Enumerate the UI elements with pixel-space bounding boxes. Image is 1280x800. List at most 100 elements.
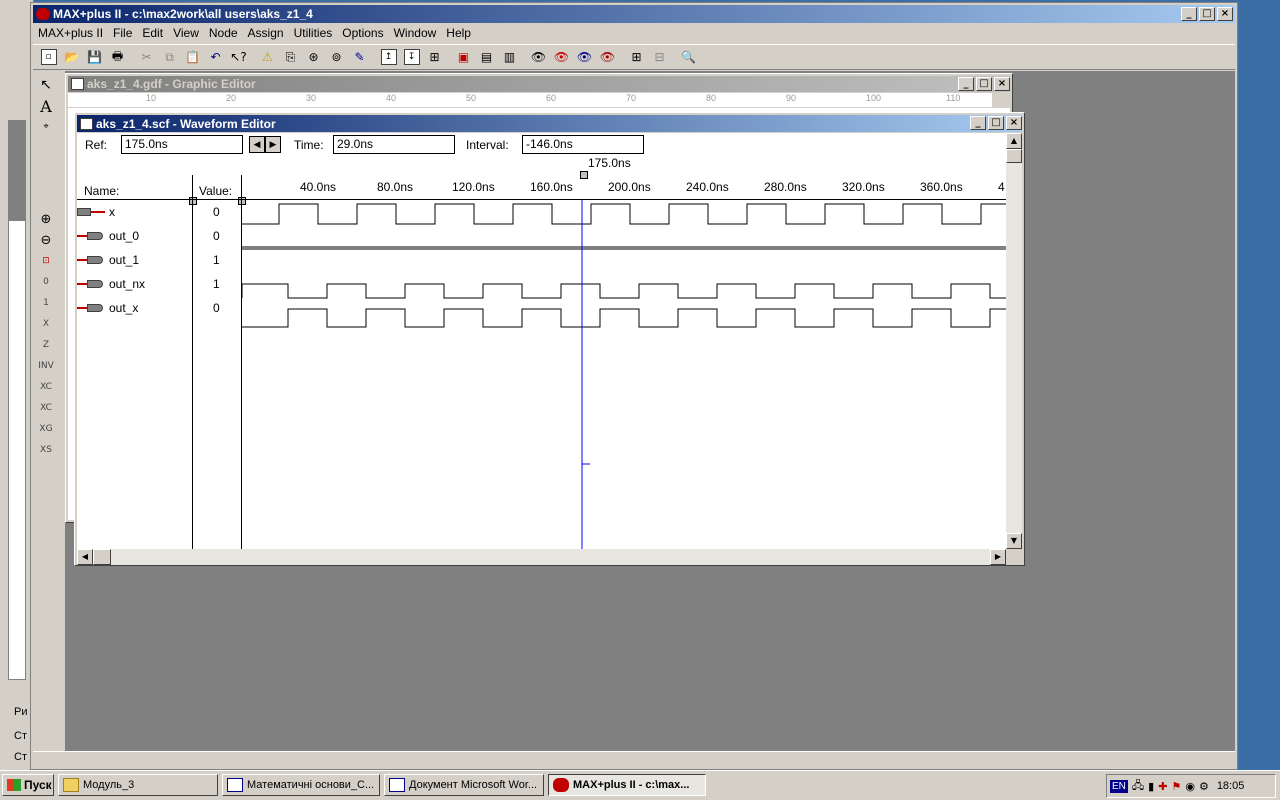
invert-icon[interactable]: INV [35,356,57,376]
menu-assign[interactable]: Assign [243,24,289,42]
context-help-icon[interactable]: ↖? [227,46,250,68]
print-icon[interactable]: 🖶 [106,46,129,68]
waveform-close-button[interactable]: × [1006,116,1022,130]
save-simulate-icon[interactable]: ✎ [348,46,371,68]
graphic-close-button[interactable]: × [994,77,1010,91]
overwrite-group-icon[interactable]: XG [35,419,57,439]
overwrite-clock-icon[interactable]: XC [35,398,57,418]
waveform-vertical-scrollbar[interactable]: ▲ ▼ [1006,133,1022,549]
ref-field[interactable]: 175.0ns [121,135,243,154]
open-folder-icon[interactable]: 📂 [60,46,83,68]
taskbar-item-word-2[interactable]: Документ Microsoft Wor... [384,774,544,796]
prev-transition-button[interactable]: ◀ [249,136,265,153]
paste-icon[interactable]: 📋 [181,46,204,68]
clock[interactable]: 18:05 [1217,780,1245,792]
waveform-horizontal-scrollbar[interactable]: ◀ ▶ [77,549,1006,565]
menu-node[interactable]: Node [204,24,243,42]
pointer-tool-icon[interactable]: ↖ [35,75,57,95]
menu-edit[interactable]: Edit [137,24,168,42]
new-file-icon[interactable]: ▫ [37,46,60,68]
tile-windows-icon[interactable]: ⊞ [625,46,648,68]
cascade-windows-icon[interactable]: ⊟ [648,46,671,68]
hierarchy-up-icon[interactable]: ↥ [377,46,400,68]
simulator-icon[interactable]: ▤ [475,46,498,68]
maximize-button[interactable]: □ [1199,7,1215,21]
timing-analyzer-icon[interactable]: ▥ [498,46,521,68]
menu-maxplus[interactable]: MAX+plus II [33,24,108,42]
scroll-thumb[interactable] [1006,149,1022,163]
scroll-down-arrow-icon[interactable]: ▼ [1006,533,1022,549]
set-low-icon[interactable]: 0 [35,272,57,292]
set-unknown-icon[interactable]: X [35,314,57,334]
time-field[interactable]: 29.0ns [333,135,455,154]
zoom-out-icon[interactable]: ⊖ [35,230,57,250]
menu-utilities[interactable]: Utilities [289,24,338,42]
volume-icon[interactable]: ◉ [1185,780,1195,793]
waveform-minimize-button[interactable]: _ [970,116,986,130]
graphic-maximize-button[interactable]: □ [976,77,992,91]
antivirus-icon[interactable]: ✚ [1158,780,1167,793]
taskbar-item-word-1[interactable]: Математичні основи_С... [222,774,380,796]
graphic-minimize-button[interactable]: _ [958,77,974,91]
signal-row[interactable]: out_x 0 [77,298,241,320]
orthogonal-line-tool-icon[interactable]: ⌖ [35,117,57,137]
cut-icon[interactable]: ✂ [135,46,158,68]
zoom-in-icon[interactable]: ⊕ [35,209,57,229]
next-transition-button[interactable]: ▶ [265,136,281,153]
scroll-h-thumb[interactable] [93,549,111,565]
system-tray: EN 🖧 ▮ ✚ ⚑ ◉ ⚙ 18:05 [1106,774,1276,798]
start-button[interactable]: Пуск [2,774,54,796]
taskbar-item-maxplus[interactable]: MAX+plus II - c:\max... [548,774,706,796]
signal-strength-icon[interactable]: ▮ [1148,780,1154,793]
ruler-tick: 80 [706,93,717,103]
scroll-up-arrow-icon[interactable]: ▲ [1006,133,1022,149]
signal-row[interactable]: out_1 1 [77,250,241,272]
project-set-icon[interactable]: ⎘ [279,46,302,68]
interval-field[interactable]: -146.0ns [522,135,644,154]
main-titlebar[interactable]: MAX+plus II - c:\max2work\all users\aks_… [33,5,1235,23]
hierarchy-warning-icon[interactable]: ⚠ [256,46,279,68]
scroll-right-arrow-icon[interactable]: ▶ [990,549,1006,565]
signal-row[interactable]: out_nx 1 [77,274,241,296]
overwrite-sequence-icon[interactable]: XS [35,440,57,460]
menu-window[interactable]: Window [389,24,442,42]
hierarchy-display-icon[interactable]: ⊞ [423,46,446,68]
signal-row[interactable]: out_0 0 [77,226,241,248]
menu-help[interactable]: Help [441,24,476,42]
find-replace-icon[interactable]: 👁 [550,46,573,68]
text-tool-icon[interactable]: A [35,96,57,116]
set-high-impedance-icon[interactable]: Z [35,335,57,355]
settings-icon[interactable]: ⚙ [1199,780,1209,793]
acrobat-icon[interactable]: ⚑ [1171,780,1181,793]
hierarchy-down-icon[interactable]: ↧ [400,46,423,68]
overwrite-count-icon[interactable]: XC [35,377,57,397]
time-tick-label: 200.0ns [608,180,651,194]
save-icon[interactable]: 💾 [83,46,106,68]
save-compile-icon[interactable]: ⊚ [325,46,348,68]
find-next-icon[interactable]: 👁 [573,46,596,68]
menu-file[interactable]: File [108,24,137,42]
close-button[interactable]: × [1217,7,1233,21]
menu-view[interactable]: View [168,24,204,42]
language-indicator[interactable]: EN [1110,779,1128,793]
save-check-icon[interactable]: ⊛ [302,46,325,68]
graphic-editor-titlebar[interactable]: aks_z1_4.gdf - Graphic Editor [68,76,1010,92]
word-row-2: Ст [14,730,27,742]
find-node-icon[interactable]: 👁 [527,46,550,68]
copy-icon[interactable]: ⧉ [158,46,181,68]
fit-in-window-icon[interactable]: ⊡ [35,251,57,271]
waveform-editor-titlebar[interactable]: aks_z1_4.scf - Waveform Editor [77,115,1022,132]
set-high-icon[interactable]: 1 [35,293,57,313]
taskbar-item-modul[interactable]: Модуль_3 [58,774,218,796]
signal-row[interactable]: x 0 [77,202,241,224]
menu-options[interactable]: Options [337,24,388,42]
minimize-button[interactable]: _ [1181,7,1197,21]
scroll-left-arrow-icon[interactable]: ◀ [77,549,93,565]
compiler-icon[interactable]: ▣ [452,46,475,68]
waveform-maximize-button[interactable]: □ [988,116,1004,130]
find-error-icon[interactable]: 👁 [596,46,619,68]
waveform-display[interactable] [242,200,1006,549]
undo-icon[interactable]: ↶ [204,46,227,68]
network-icon[interactable]: 🖧 [1132,777,1144,796]
zoom-search-icon[interactable]: 🔍 [677,46,700,68]
